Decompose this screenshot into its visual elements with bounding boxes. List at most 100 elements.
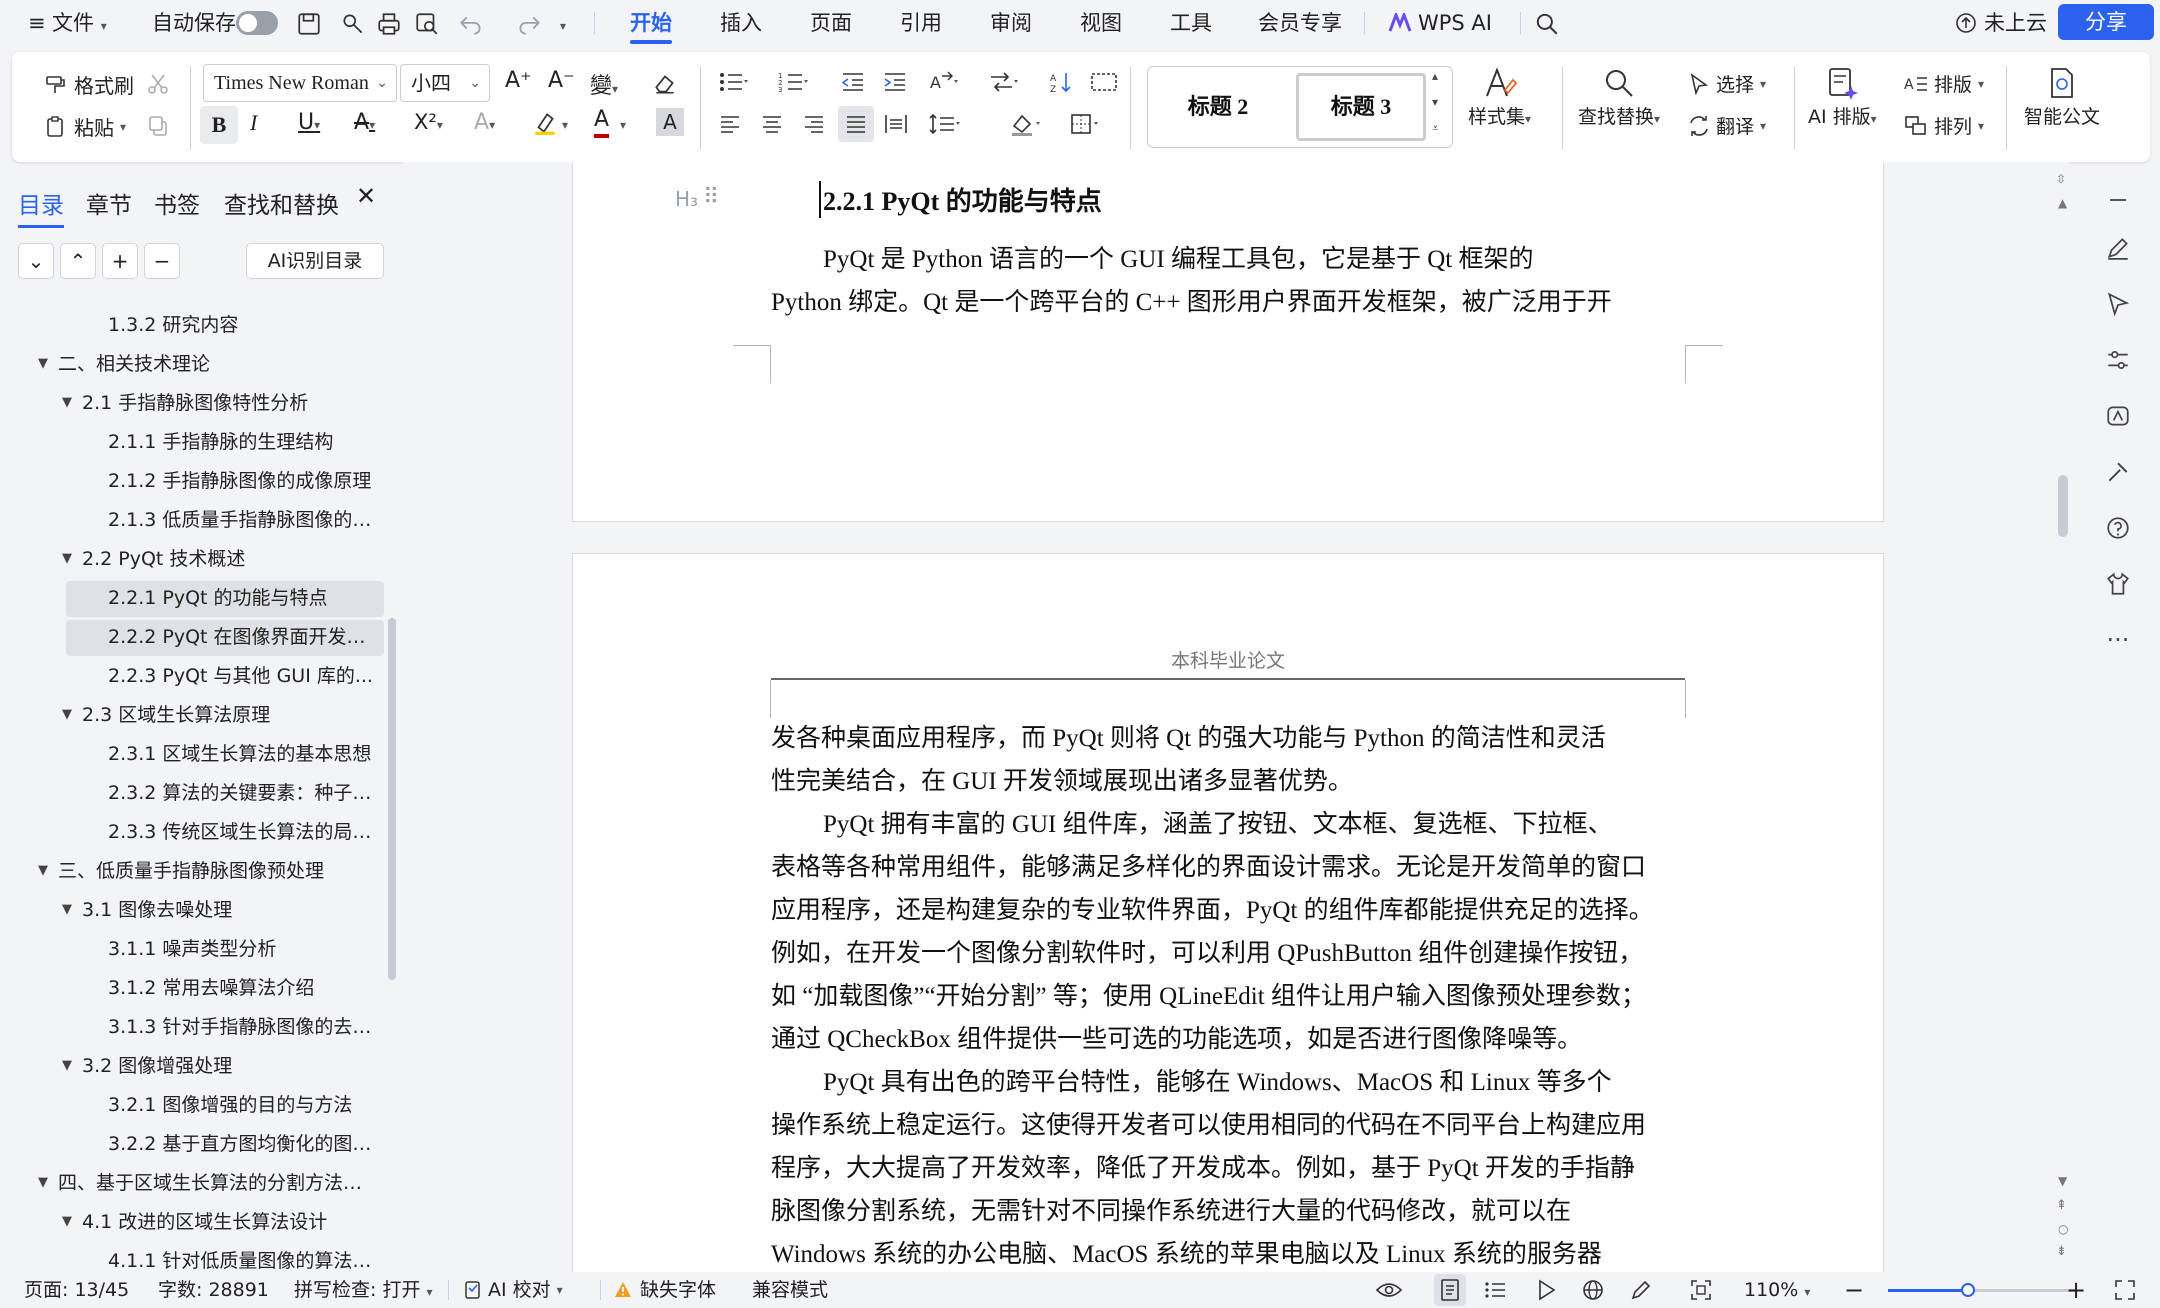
prev-page-icon[interactable]: ⇞	[2056, 1198, 2067, 1213]
toc-item[interactable]: 3.1.1 噪声类型分析	[108, 931, 378, 967]
print-preview-icon[interactable]	[414, 9, 440, 39]
toc-item[interactable]: 2.3 区域生长算法原理	[82, 697, 378, 733]
page-header[interactable]: 本科毕业论文	[573, 646, 1883, 673]
toc-item[interactable]: 三、低质量手指静脉图像预处理	[58, 853, 378, 889]
align-center-icon[interactable]	[760, 112, 784, 136]
play-icon[interactable]	[1536, 1276, 1556, 1304]
numbered-list-icon[interactable]: 123	[778, 70, 808, 94]
zoom-out-button[interactable]: −	[1844, 1276, 1864, 1304]
file-menu[interactable]: 文件 ▾	[52, 8, 107, 38]
tab-page[interactable]: 页面	[810, 6, 852, 40]
pen-icon[interactable]	[2098, 228, 2138, 268]
toc-item[interactable]: 2.2.2 PyQt 在图像界面开发中...	[108, 619, 378, 655]
toc-collapse-toggle[interactable]: ▼	[62, 892, 72, 928]
paste-button[interactable]: 粘贴 ▾	[44, 112, 126, 141]
zoom-slider-thumb[interactable]	[1961, 1283, 1975, 1297]
scroll-up-icon[interactable]: ▲	[2058, 196, 2067, 210]
copy-icon[interactable]	[146, 114, 170, 138]
tab-review[interactable]: 审阅	[990, 6, 1032, 40]
drag-handle-icon[interactable]: ⠿	[703, 185, 719, 210]
toc-collapse-toggle[interactable]: ▼	[38, 346, 48, 382]
page-view-icon[interactable]	[1434, 1274, 1466, 1306]
bold-button[interactable]: B	[200, 106, 238, 144]
eye-icon[interactable]	[1376, 1276, 1402, 1304]
remove-heading-button[interactable]: −	[144, 243, 180, 279]
tab-view[interactable]: 视图	[1080, 6, 1122, 40]
styles-scroll-down[interactable]: ▾	[1432, 95, 1438, 109]
toc-item[interactable]: 3.1 图像去噪处理	[82, 892, 378, 928]
cut-icon[interactable]	[146, 72, 170, 96]
search-icon[interactable]	[1534, 9, 1560, 39]
align-left-icon[interactable]	[718, 112, 742, 136]
char-shading-button[interactable]: A	[656, 108, 684, 136]
tab-find-replace[interactable]: 查找和替换	[224, 186, 339, 220]
toc-collapse-toggle[interactable]: ▼	[62, 1204, 72, 1240]
paragraph-line[interactable]: Windows 系统的办公电脑、MacOS 系统的苹果电脑以及 Linux 系统…	[771, 1234, 1602, 1270]
toc-collapse-toggle[interactable]: ▼	[62, 541, 72, 577]
highlight-icon[interactable]	[532, 110, 558, 136]
decrease-indent-icon[interactable]	[840, 70, 866, 94]
paragraph-line[interactable]: 发各种桌面应用程序，而 PyQt 则将 Qt 的强大功能与 Python 的简洁…	[771, 718, 1606, 754]
text-effect-button[interactable]: A▾	[474, 110, 495, 135]
tab-references[interactable]: 引用	[900, 6, 942, 40]
paragraph-line[interactable]: 脉图像分割系统，无需针对不同操作系统进行大量的代码修改，就可以在	[771, 1191, 1571, 1227]
italic-button[interactable]: I	[250, 110, 257, 136]
heading-level-icon[interactable]: H₃	[675, 187, 698, 211]
scroll-down-icon[interactable]: ▼	[2058, 1174, 2067, 1188]
menu-icon[interactable]: ≡	[28, 8, 46, 38]
tab-toc[interactable]: 目录	[18, 186, 64, 228]
tab-sections[interactable]: 章节	[86, 186, 132, 220]
quick-access-more[interactable]: ▾	[560, 8, 566, 38]
share-button[interactable]: 分享	[2058, 4, 2154, 40]
tab-home[interactable]: 开始	[630, 6, 672, 44]
sort-icon[interactable]: AZ	[1048, 70, 1074, 94]
underline-button[interactable]: U▾	[298, 110, 320, 135]
spell-check[interactable]: 拼写检查: 打开 ▾	[294, 1276, 433, 1304]
page-indicator[interactable]: 页面: 13/45	[24, 1276, 129, 1304]
style-heading-2[interactable]: 标题 2	[1154, 73, 1282, 141]
align-right-icon[interactable]	[802, 112, 826, 136]
style-set-button[interactable]: 样式集▾	[1468, 66, 1531, 129]
paragraph-line[interactable]: 表格等各种常用组件，能够满足多样化的界面设计需求。无论是开发简单的窗口	[771, 847, 1646, 883]
tab-insert[interactable]: 插入	[720, 6, 762, 40]
collapse-button[interactable]: ⌄	[18, 243, 54, 279]
chevron-down-icon[interactable]: ▾	[562, 118, 568, 132]
adjust-icon[interactable]	[2098, 340, 2138, 380]
paragraph-line[interactable]: PyQt 是 Python 语言的一个 GUI 编程工具包，它是基于 Qt 框架…	[823, 239, 1533, 275]
styles-expand[interactable]: ⩡	[1432, 121, 1439, 136]
increase-indent-icon[interactable]	[882, 70, 908, 94]
toc-item[interactable]: 1.3.2 研究内容	[108, 307, 378, 343]
print-icon[interactable]	[376, 9, 402, 39]
skin-icon[interactable]	[2098, 564, 2138, 604]
paragraph-line[interactable]: 性完美结合，在 GUI 开发领域展现出诸多显著优势。	[771, 761, 1353, 797]
font-name-select[interactable]: Times New Roman ⌄	[203, 64, 397, 102]
toc-item[interactable]: 2.1.3 低质量手指静脉图像的特...	[108, 502, 378, 538]
paragraph-line[interactable]: Python 绑定。Qt 是一个跨平台的 C++ 图形用户界面开发框架，被广泛用…	[771, 282, 1612, 318]
tab-wps-ai[interactable]: WPS AI	[1388, 6, 1492, 40]
paragraph-line[interactable]: 如 “加载图像”“开始分割” 等；使用 QLineEdit 组件让用户输入图像预…	[771, 976, 1646, 1012]
pen-mode-icon[interactable]	[1630, 1276, 1652, 1304]
tab-member[interactable]: 会员专享	[1258, 6, 1342, 40]
redo-icon[interactable]	[516, 9, 542, 39]
zoom-in-button[interactable]: +	[2066, 1276, 2086, 1304]
strikethrough-button[interactable]: A▾	[354, 110, 375, 135]
scroll-split-icon[interactable]: ⇳	[2056, 172, 2066, 186]
undo-icon[interactable]	[458, 9, 484, 39]
document-scrollbar[interactable]	[2058, 475, 2068, 537]
shading-icon[interactable]	[1010, 112, 1042, 136]
toc-item[interactable]: 3.1.3 针对手指静脉图像的去噪...	[108, 1009, 378, 1045]
ai-layout-button[interactable]: AI 排版▾	[1808, 66, 1877, 129]
missing-font-button[interactable]: 缺失字体	[614, 1276, 716, 1304]
line-spacing-icon[interactable]	[928, 112, 960, 136]
distributed-align-icon[interactable]	[884, 112, 908, 136]
toc-item[interactable]: 3.2 图像增强处理	[82, 1048, 378, 1084]
toc-item[interactable]: 4.1 改进的区域生长算法设计	[82, 1204, 378, 1240]
toc-collapse-toggle[interactable]: ▼	[38, 853, 48, 889]
fullscreen-icon[interactable]	[2114, 1276, 2136, 1304]
minimize-panel-icon[interactable]	[2098, 180, 2138, 220]
toc-item[interactable]: 3.2.1 图像增强的目的与方法	[108, 1087, 378, 1123]
toc-collapse-toggle[interactable]: ▼	[62, 1048, 72, 1084]
zoom-level[interactable]: 110% ▾	[1744, 1276, 1810, 1304]
paragraph-line[interactable]: 通过 QCheckBox 组件提供一些可选的功能选项，如是否进行图像降噪等。	[771, 1019, 1582, 1055]
toc-item[interactable]: 二、相关技术理论	[58, 346, 378, 382]
